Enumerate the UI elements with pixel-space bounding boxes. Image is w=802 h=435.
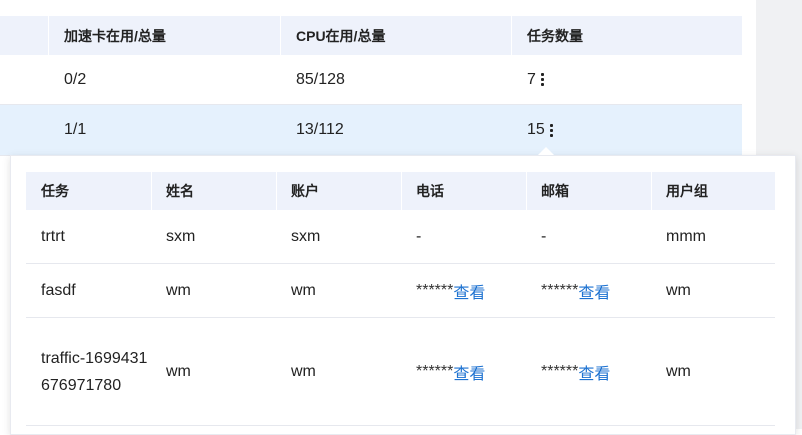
task-table: 任务 姓名 账户 电话 邮箱 用户组 trtrt sxm sxm - - mmm… — [26, 172, 775, 426]
name-cell: wm — [166, 362, 191, 380]
more-vertical-icon[interactable] — [540, 73, 544, 86]
gpu-usage-cell: 1/1 — [64, 121, 87, 138]
task-cell: traffic-1699431676971780 — [41, 318, 151, 425]
email-cell: - — [541, 227, 547, 245]
table-row[interactable]: 0/2 85/128 7 — [0, 55, 742, 105]
task-count-value: 7 — [527, 70, 536, 88]
header-task: 任务 — [41, 183, 69, 199]
more-vertical-icon[interactable] — [549, 123, 553, 137]
resource-table: 加速卡在用/总量 CPU在用/总量 任务数量 0/2 85/128 7 1/1 … — [0, 16, 742, 156]
phone-cell: ****** 查看 — [416, 318, 485, 425]
email-view-link[interactable]: 查看 — [578, 360, 610, 384]
name-cell: sxm — [166, 227, 196, 245]
email-masked: ****** — [541, 281, 579, 299]
user-group-cell: mmm — [666, 227, 706, 245]
header-cpu-usage: CPU在用/总量 — [296, 27, 386, 44]
task-count-cell: 7 — [527, 55, 544, 104]
popover-arrow — [538, 147, 554, 155]
table-row[interactable]: 1/1 13/112 15 — [0, 105, 742, 156]
header-account: 账户 — [291, 183, 319, 199]
task-table-header: 任务 姓名 账户 电话 邮箱 用户组 — [26, 172, 775, 210]
task-count-value: 15 — [527, 121, 545, 138]
header-gpu-usage: 加速卡在用/总量 — [64, 27, 166, 44]
email-masked: ****** — [541, 362, 579, 380]
header-email: 邮箱 — [541, 183, 569, 199]
header-phone: 电话 — [416, 183, 444, 199]
phone-view-link[interactable]: 查看 — [453, 360, 485, 384]
phone-view-link[interactable]: 查看 — [453, 279, 485, 303]
phone-cell: ****** 查看 — [416, 264, 485, 317]
email-view-link[interactable]: 查看 — [578, 279, 610, 303]
account-cell: sxm — [291, 227, 321, 245]
user-group-cell: wm — [666, 281, 691, 299]
phone-masked: ****** — [416, 281, 454, 299]
task-name: traffic-1699431676971780 — [41, 349, 148, 394]
header-name: 姓名 — [166, 183, 194, 199]
cpu-usage-cell: 85/128 — [296, 70, 345, 88]
resource-table-header: 加速卡在用/总量 CPU在用/总量 任务数量 — [0, 16, 742, 55]
gpu-usage-cell: 0/2 — [64, 70, 87, 88]
task-list-popover: 任务 姓名 账户 电话 邮箱 用户组 trtrt sxm sxm - - mmm… — [10, 155, 796, 435]
cpu-usage-cell: 13/112 — [296, 121, 344, 138]
table-row: trtrt sxm sxm - - mmm — [26, 210, 775, 264]
task-cell: fasdf — [41, 281, 76, 299]
header-task-count: 任务数量 — [527, 27, 583, 44]
email-cell: ****** 查看 — [541, 264, 610, 317]
email-cell: ****** 查看 — [541, 318, 610, 425]
task-cell: trtrt — [41, 227, 65, 245]
phone-masked: ****** — [416, 362, 454, 380]
table-row: fasdf wm wm ****** 查看 ****** 查看 wm — [26, 264, 775, 318]
name-cell: wm — [166, 281, 191, 299]
account-cell: wm — [291, 362, 316, 380]
phone-cell: - — [416, 227, 422, 245]
user-group-cell: wm — [666, 362, 691, 380]
header-user-group: 用户组 — [666, 183, 708, 199]
table-row: traffic-1699431676971780 wm wm ****** 查看 … — [26, 318, 775, 426]
account-cell: wm — [291, 281, 316, 299]
